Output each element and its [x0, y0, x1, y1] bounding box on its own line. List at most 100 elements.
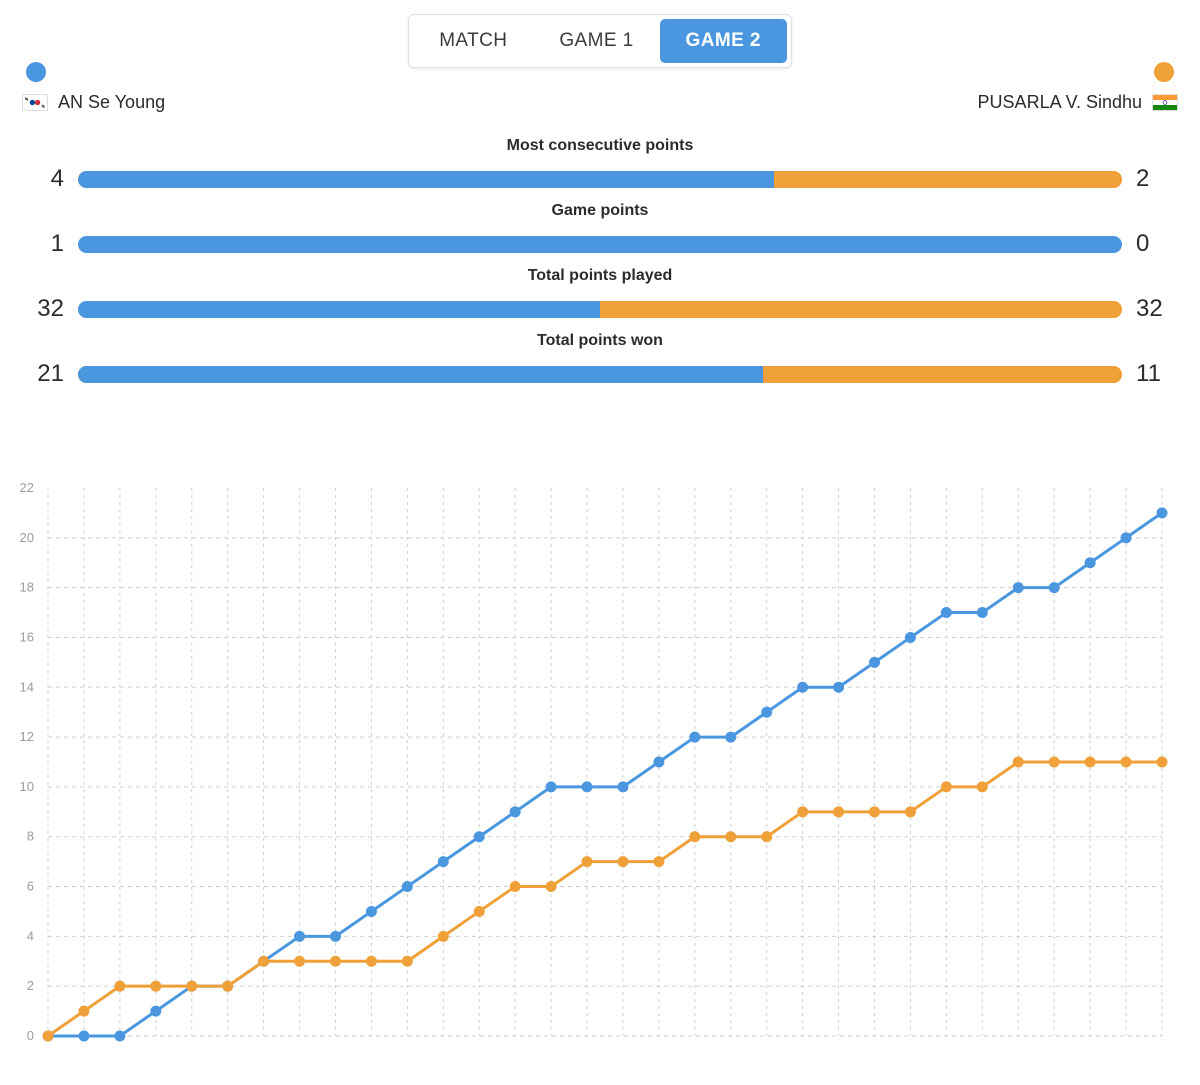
stat-row: Total points won 21 11	[0, 327, 1200, 392]
chart-data-point	[940, 607, 952, 619]
chart-data-point	[258, 955, 270, 967]
chart-series-line-right-player	[46, 760, 1164, 1038]
chart-data-point	[1120, 756, 1132, 768]
chart-data-point	[401, 955, 413, 967]
chart-data-point	[581, 781, 593, 793]
chart-data-point	[1084, 756, 1096, 768]
stat-bar-segment-right	[600, 300, 1122, 318]
chart-y-tick-label: 2	[27, 978, 34, 993]
points-progression-svg: 0 2 4 6 8 10 12 14 16 18 20 22	[20, 480, 1168, 1043]
chart-data-point	[545, 881, 557, 893]
chart-data-point	[725, 731, 737, 743]
chart-data-point	[833, 681, 845, 693]
chart-series-line-left-player	[46, 511, 1164, 1038]
tab-bar-container: MATCH GAME 1 GAME 2	[0, 14, 1200, 68]
stat-label: Total points won	[537, 332, 663, 349]
chart-data-point	[222, 980, 234, 992]
stat-bar-segment-left	[78, 365, 763, 383]
chart-data-point	[329, 955, 341, 967]
player-left-color-dot	[26, 62, 46, 82]
tab-match[interactable]: MATCH	[413, 19, 533, 63]
chart-data-point	[329, 930, 341, 942]
stat-bar-segment-left	[78, 300, 600, 318]
chart-y-tick-label: 18	[20, 580, 34, 595]
chart-data-point	[797, 681, 809, 693]
in-flag-icon	[1152, 94, 1178, 111]
stat-row: Most consecutive points 4 2	[0, 132, 1200, 197]
tab-game-2[interactable]: GAME 2	[659, 19, 787, 63]
stat-bar	[78, 170, 1122, 188]
stat-value-right: 11	[1136, 360, 1161, 387]
match-statistics-page: MATCH GAME 1 GAME 2 AN Se Young PUSARLA V.…	[0, 0, 1200, 1085]
stat-value-left: 21	[37, 360, 64, 387]
stat-bar-segment-right	[762, 365, 1122, 383]
chart-data-point	[150, 1005, 162, 1017]
chart-data-point	[869, 656, 881, 668]
chart-data-point	[473, 831, 485, 843]
chart-data-point	[78, 1030, 90, 1042]
chart-data-point	[1156, 507, 1168, 519]
chart-y-tick-label: 22	[20, 480, 34, 495]
stat-value-right: 32	[1136, 295, 1163, 322]
chart-data-point	[114, 980, 126, 992]
chart-data-point	[114, 1030, 126, 1042]
player-left: AN Se Young	[22, 62, 165, 113]
chart-data-point	[797, 806, 809, 818]
chart-data-point	[976, 781, 988, 793]
chart-data-point	[833, 806, 845, 818]
chart-y-tick-label: 16	[20, 629, 34, 644]
stat-bar-segment-left	[78, 235, 1122, 253]
stat-bar	[78, 365, 1122, 383]
player-right-name-row: PUSARLA V. Sindhu	[978, 92, 1178, 113]
stat-bar-line: 32 32	[0, 292, 1200, 326]
chart-data-point	[1012, 582, 1024, 594]
chart-data-point	[1048, 756, 1060, 768]
chart-data-point	[150, 980, 162, 992]
player-left-name-row: AN Se Young	[22, 92, 165, 113]
chart-data-point	[940, 781, 952, 793]
player-right-color-dot	[1154, 62, 1174, 82]
stat-bar-line: 10	[0, 227, 1200, 261]
chart-data-point	[653, 856, 665, 868]
stat-bar-line: 42	[0, 162, 1200, 196]
chart-data-point	[617, 781, 629, 793]
chart-data-point	[1120, 532, 1132, 544]
stat-bar	[78, 300, 1122, 318]
stat-bar-line: 21 11	[0, 357, 1200, 391]
chart-data-point	[365, 905, 377, 917]
chart-data-point	[653, 756, 665, 768]
stat-bar-segment-right	[774, 170, 1122, 188]
chart-data-point	[689, 831, 701, 843]
chart-y-tick-label: 14	[20, 679, 34, 694]
chart-data-point	[904, 631, 916, 643]
chart-data-point	[1084, 557, 1096, 569]
kr-flag-icon	[22, 94, 48, 111]
player-right: PUSARLA V. Sindhu	[978, 62, 1178, 113]
player-right-name: PUSARLA V. Sindhu	[977, 92, 1142, 112]
chart-data-point	[509, 881, 521, 893]
chart-data-point	[1048, 582, 1060, 594]
tab-bar: MATCH GAME 1 GAME 2	[408, 14, 792, 68]
chart-data-point	[365, 955, 377, 967]
stat-value-right: 2	[1136, 165, 1150, 192]
chart-y-tick-label: 20	[20, 530, 34, 545]
chart-y-tick-label: 0	[27, 1028, 34, 1043]
chart-data-point	[725, 831, 737, 843]
chart-y-tick-label: 6	[27, 879, 34, 894]
stat-value-right: 0	[1136, 230, 1150, 257]
points-progression-chart: 0 2 4 6 8 10 12 14 16 18 20 22	[0, 470, 1200, 1070]
chart-data-point	[294, 930, 306, 942]
chart-y-tick-label: 4	[27, 928, 34, 943]
chart-y-tick-label: 10	[20, 779, 34, 794]
chart-data-point	[1156, 756, 1168, 768]
chart-data-point	[761, 831, 773, 843]
chart-data-point	[904, 806, 916, 818]
stat-row: Total points played 32 32	[0, 262, 1200, 327]
chart-data-point	[545, 781, 557, 793]
chart-data-point	[294, 955, 306, 967]
chart-data-point	[42, 1030, 54, 1042]
chart-data-point	[761, 706, 773, 718]
tab-game-1[interactable]: GAME 1	[533, 19, 659, 63]
chart-data-point	[869, 806, 881, 818]
player-left-name: AN Se Young	[58, 92, 166, 112]
